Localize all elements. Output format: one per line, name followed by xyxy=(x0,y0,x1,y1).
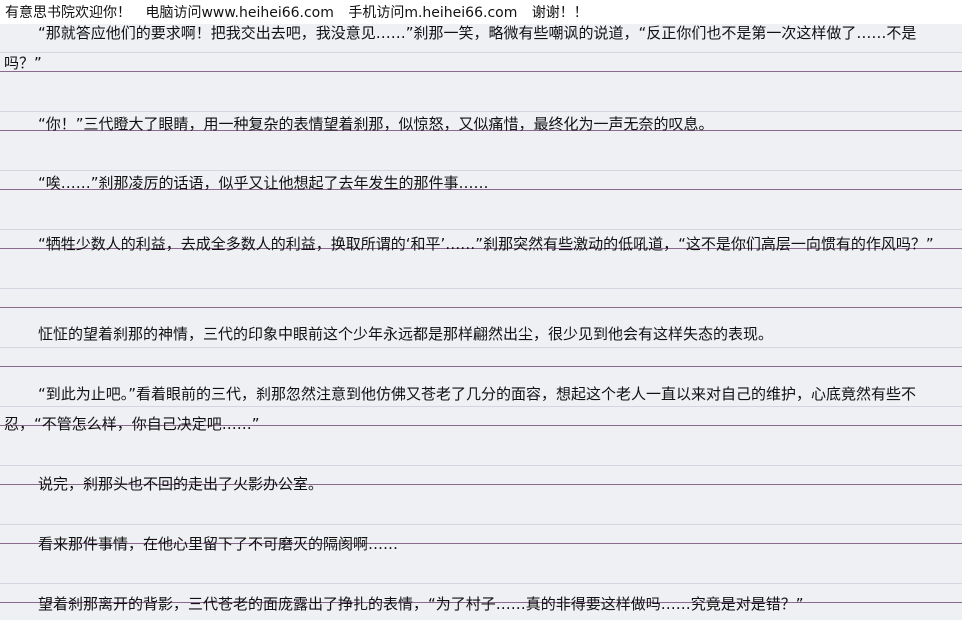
pc-visit-link[interactable]: 电脑访问www.heihei66.com xyxy=(145,5,333,21)
site-welcome-text: 有意思书院欢迎你！ xyxy=(5,5,131,21)
mobile-visit-link[interactable]: 手机访问m.heihei66.com xyxy=(348,5,517,21)
thanks-text: 谢谢！！ xyxy=(531,5,588,21)
paragraph-4: “牺牲少数人的利益，去成全多数人的利益，换取所谓的‘和平’……”刹那突然有些激动… xyxy=(38,235,934,253)
paragraph-9: 望着刹那离开的背影，三代苍老的面庞露出了挣扎的表情，“为了村子……真的非得要这样… xyxy=(38,595,804,613)
ruled-paper-content: “那就答应他们的要求啊！把我交出去吧，我没意见……”刹那一笑，略微有些嘲讽的说道… xyxy=(0,24,962,615)
paragraph-6: “到此为止吧。”看着眼前的三代，刹那忽然注意到他仿佛又苍老了几分的面容，想起这个… xyxy=(4,385,917,433)
paragraph-8: 看来那件事情，在他心里留下了不可磨灭的隔阂啊…… xyxy=(38,535,399,553)
site-banner: 有意思书院欢迎你！ 电脑访问www.heihei66.com 手机访问m.hei… xyxy=(0,0,962,24)
paragraph-3: “唉……”刹那凌厉的话语，似乎又让他想起了去年发生的那件事…… xyxy=(38,174,489,192)
paragraph-7: 说完，刹那头也不回的走出了火影办公室。 xyxy=(38,475,324,493)
paragraph-2: “你！”三代瞪大了眼睛，用一种复杂的表情望着刹那，似惊怒，又似痛惜，最终化为一声… xyxy=(38,115,714,133)
paragraph-1: “那就答应他们的要求啊！把我交出去吧，我没意见……”刹那一笑，略微有些嘲讽的说道… xyxy=(4,24,917,72)
paragraph-5: 怔怔的望着刹那的神情，三代的印象中眼前这个少年永远都是那样翩然出尘，很少见到他会… xyxy=(38,325,774,343)
